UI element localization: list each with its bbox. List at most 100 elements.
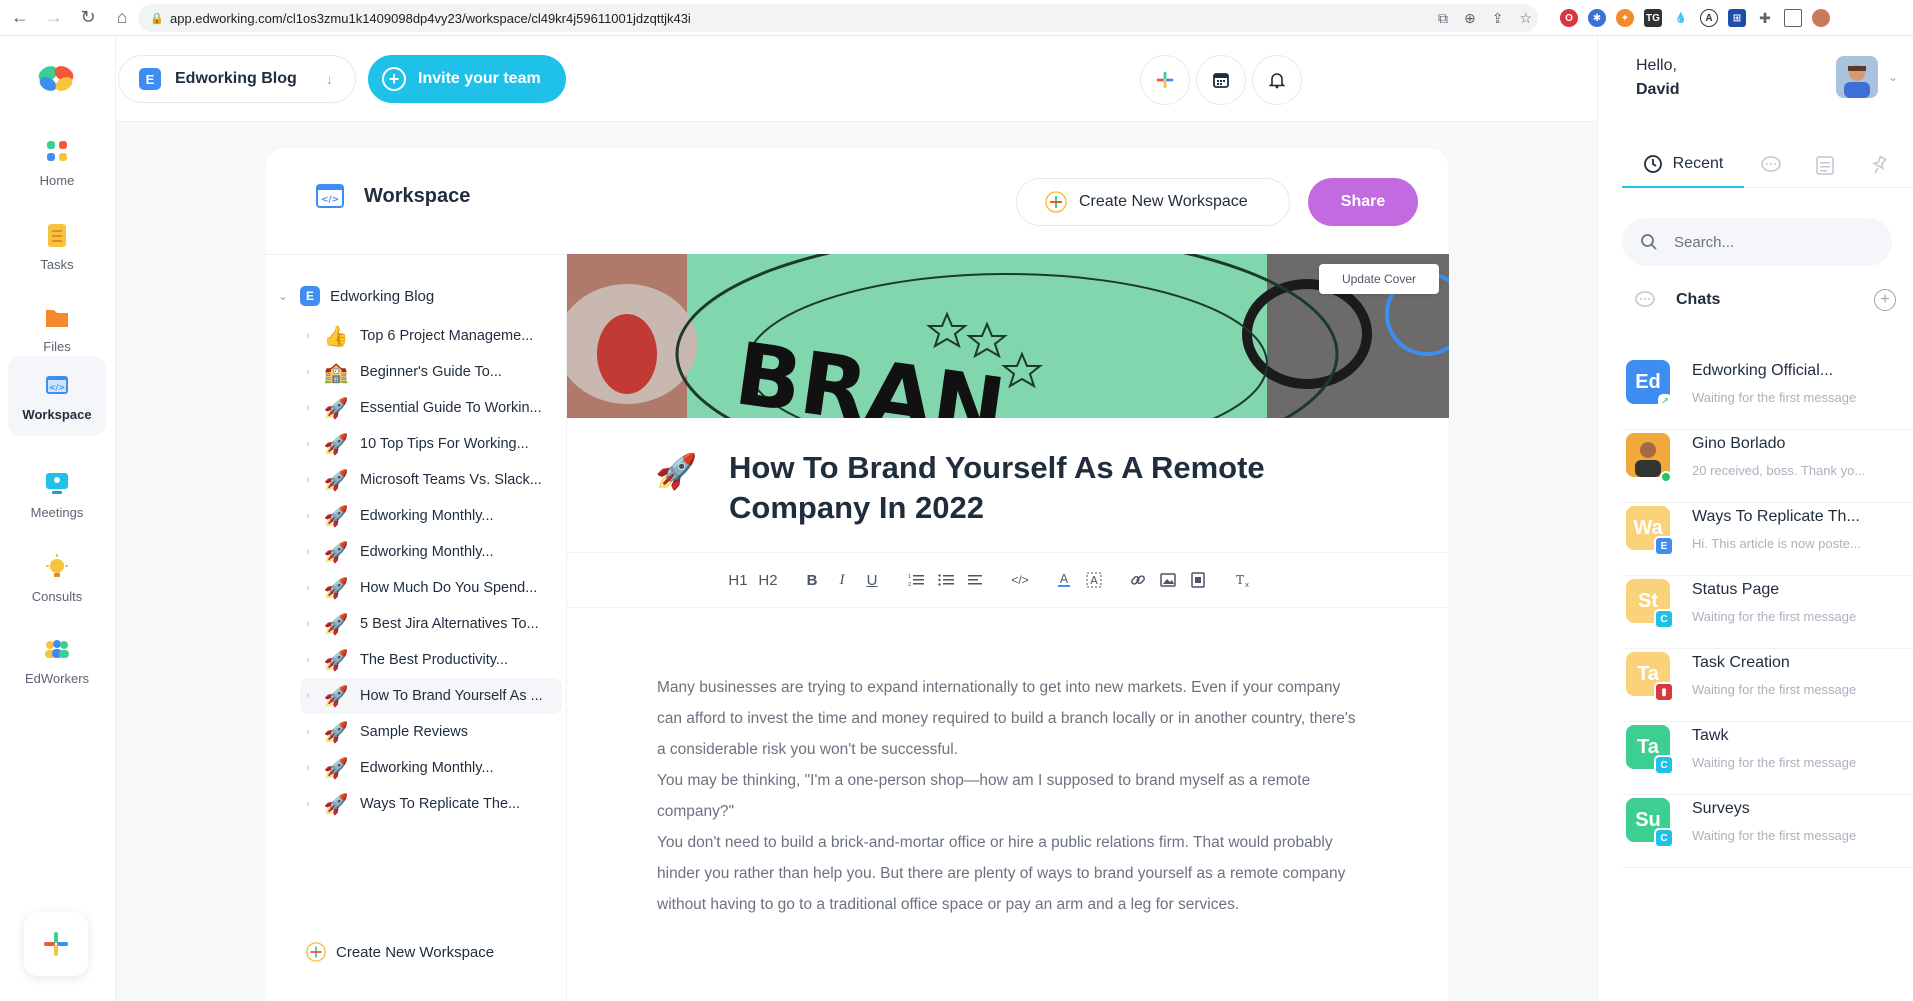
edworking-logo[interactable] (34, 62, 78, 94)
reload-icon[interactable]: ↻ (74, 4, 102, 32)
sidebar-toggle-icon[interactable] (1784, 9, 1802, 27)
tree-item[interactable]: › 🚀 Essential Guide To Workin... (300, 390, 562, 426)
clear-format-icon[interactable]: Tx (1227, 565, 1257, 595)
tree-item[interactable]: › 🚀 5 Best Jira Alternatives To... (300, 606, 562, 642)
tree-item[interactable]: › 🚀 How Much Do You Spend... (300, 570, 562, 606)
sidebar-label-files: Files (43, 338, 71, 354)
heading1-button[interactable]: H1 (723, 565, 753, 595)
chevron-right-icon[interactable]: › (300, 582, 322, 594)
tree-item[interactable]: › 🚀 10 Top Tips For Working... (300, 426, 562, 462)
bullet-list-icon[interactable] (931, 565, 961, 595)
colorful-plus-icon (1156, 71, 1174, 89)
chevron-down-icon[interactable]: ⌄ (278, 289, 300, 303)
search-input[interactable]: Search... (1622, 218, 1892, 266)
tree-create-workspace-button[interactable]: Create New Workspace (306, 938, 494, 966)
chevron-right-icon[interactable]: › (300, 366, 322, 378)
ordered-list-icon[interactable]: 12 (901, 565, 931, 595)
sidebar-item-workspace[interactable]: </> Workspace (8, 356, 106, 436)
update-cover-button[interactable]: Update Cover (1319, 264, 1439, 294)
text-color-icon[interactable]: A (1049, 565, 1079, 595)
tree-item[interactable]: › 🚀 Sample Reviews (300, 714, 562, 750)
sidebar-item-edworkers[interactable]: EdWorkers (8, 620, 106, 700)
video-icon[interactable] (1183, 565, 1213, 595)
image-icon[interactable] (1153, 565, 1183, 595)
heading2-button[interactable]: H2 (753, 565, 783, 595)
chevron-right-icon[interactable]: › (300, 726, 322, 738)
tab-pins[interactable] (1852, 142, 1906, 188)
underline-button[interactable]: U (857, 565, 887, 595)
invite-team-button[interactable]: + Invite your team (368, 55, 566, 103)
chevron-right-icon[interactable]: › (300, 438, 322, 450)
article-body[interactable]: Many businesses are trying to expand int… (657, 672, 1357, 920)
chevron-down-icon[interactable]: ⌄ (1888, 70, 1898, 84)
meetings-icon (46, 472, 68, 494)
calendar-button[interactable] (1196, 55, 1246, 105)
quick-create-button[interactable] (1140, 55, 1190, 105)
add-chat-icon[interactable]: + (1874, 289, 1896, 311)
chat-list-item[interactable]: Su C Surveys Waiting for the first message (1622, 780, 1913, 868)
extensions-puzzle-icon[interactable]: ✚ (1756, 9, 1774, 27)
chevron-right-icon[interactable]: › (300, 510, 322, 522)
tab-chat[interactable] (1744, 142, 1798, 188)
open-external-icon[interactable]: ⧉ (1438, 10, 1448, 27)
extension-blue-icon[interactable]: ✱ (1588, 9, 1606, 27)
tree-item[interactable]: › 🚀 Edworking Monthly... (300, 534, 562, 570)
chevron-right-icon[interactable]: › (300, 618, 322, 630)
chevron-right-icon[interactable]: › (300, 330, 322, 342)
sidebar-item-home[interactable]: Home (8, 122, 106, 202)
link-icon[interactable] (1123, 565, 1153, 595)
extension-a-icon[interactable]: A (1700, 9, 1718, 27)
chevron-right-icon[interactable]: › (300, 402, 322, 414)
chevron-right-icon[interactable]: › (300, 546, 322, 558)
zoom-icon[interactable]: ⊕ (1464, 10, 1476, 27)
chat-name: Task Creation (1692, 654, 1790, 671)
sidebar-item-tasks[interactable]: Tasks (8, 206, 106, 286)
tree-item[interactable]: › 🚀 How To Brand Yourself As ... (300, 678, 562, 714)
chevron-right-icon[interactable]: › (300, 690, 322, 702)
svg-text:</>: </> (321, 195, 339, 205)
notifications-button[interactable] (1252, 55, 1302, 105)
italic-button[interactable]: I (827, 565, 857, 595)
tree-item[interactable]: › 🚀 The Best Productivity... (300, 642, 562, 678)
extension-opera-icon[interactable]: O (1560, 9, 1578, 27)
forward-icon[interactable]: → (40, 4, 68, 32)
share-button[interactable]: Share (1308, 178, 1418, 226)
code-icon[interactable]: </> (1005, 565, 1035, 595)
article-title[interactable]: How To Brand Yourself As A Remote Compan… (729, 448, 1289, 528)
tree-item[interactable]: › 🚀 Microsoft Teams Vs. Slack... (300, 462, 562, 498)
tree-item[interactable]: › 🏫 Beginner's Guide To... (300, 354, 562, 390)
tree-item[interactable]: › 🚀 Edworking Monthly... (300, 750, 562, 786)
tab-tasks[interactable] (1798, 142, 1852, 188)
tree-item-label: Essential Guide To Workin... (360, 400, 542, 416)
share-page-icon[interactable]: ⇪ (1492, 10, 1504, 27)
avatar[interactable] (1836, 56, 1878, 98)
tree-item[interactable]: › 🚀 Edworking Monthly... (300, 498, 562, 534)
chevron-right-icon[interactable]: › (300, 474, 322, 486)
quick-add-button[interactable] (24, 912, 88, 976)
sidebar-item-meetings[interactable]: Meetings (8, 454, 106, 534)
extension-chip-icon[interactable]: ⊞ (1728, 9, 1746, 27)
chevron-right-icon[interactable]: › (300, 762, 322, 774)
tree-item[interactable]: › 🚀 Ways To Replicate The... (300, 786, 562, 822)
extension-tab-icon[interactable]: TG (1644, 9, 1662, 27)
tree-item[interactable]: › 👍 Top 6 Project Manageme... (300, 318, 562, 354)
chevron-right-icon[interactable]: › (300, 654, 322, 666)
bold-button[interactable]: B (797, 565, 827, 595)
create-new-workspace-button[interactable]: Create New Workspace (1016, 178, 1290, 226)
highlight-icon[interactable]: A (1079, 565, 1109, 595)
tab-recent[interactable]: Recent (1622, 142, 1744, 188)
address-bar[interactable]: 🔒 app.edworking.com/cl1os3zmu1k1409098dp… (138, 4, 1538, 32)
extension-drop-icon[interactable]: 💧 (1672, 9, 1690, 27)
home-browser-icon[interactable]: ⌂ (108, 4, 136, 32)
bookmark-star-icon[interactable]: ☆ (1519, 10, 1532, 27)
workspace-selector[interactable]: E Edworking Blog ↓ (118, 55, 356, 103)
sidebar-item-consults[interactable]: Consults (8, 538, 106, 618)
create-workspace-label: Create New Workspace (1079, 193, 1248, 210)
back-icon[interactable]: ← (6, 4, 34, 32)
align-left-icon[interactable] (961, 565, 991, 595)
extension-orange-icon[interactable]: ✦ (1616, 9, 1634, 27)
tree-root-item[interactable]: ⌄ E Edworking Blog (278, 282, 434, 310)
article-emoji[interactable]: 🚀 (655, 452, 697, 492)
chevron-right-icon[interactable]: › (300, 798, 322, 810)
profile-icon[interactable] (1812, 9, 1830, 27)
